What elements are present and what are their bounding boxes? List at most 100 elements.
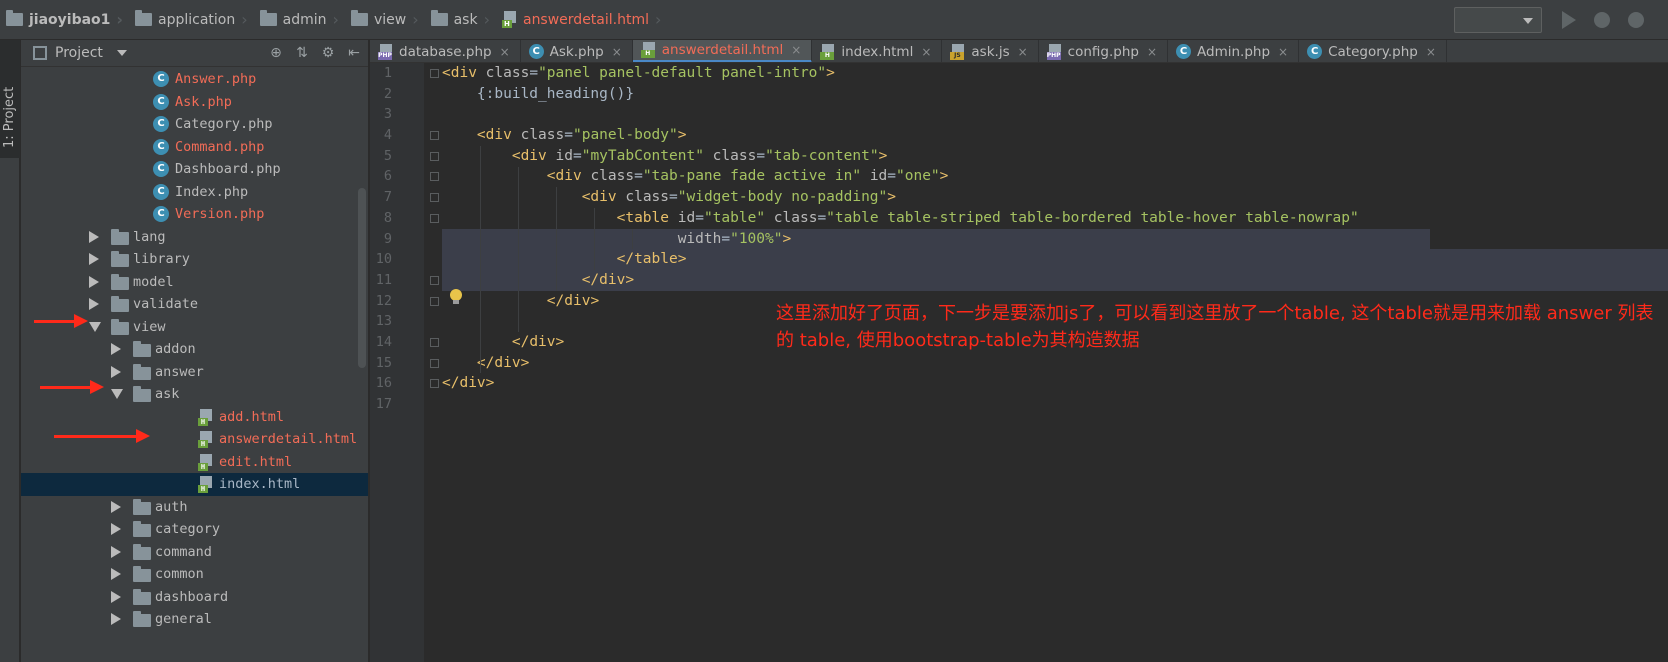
tree-item[interactable]: command	[21, 541, 368, 564]
tree-item[interactable]: general	[21, 608, 368, 631]
chevron-down-icon[interactable]	[111, 389, 123, 399]
tree-item[interactable]: C Category.php	[21, 113, 368, 136]
html-file-icon: H	[198, 476, 213, 493]
editor-tab[interactable]: PHP database.php ×	[370, 40, 521, 62]
tree-item[interactable]: C Index.php	[21, 181, 368, 204]
fold-marker-icon[interactable]	[430, 379, 439, 389]
breadcrumb-item[interactable]: admin ›	[252, 0, 343, 40]
close-icon[interactable]: ×	[791, 43, 801, 57]
breadcrumb-item[interactable]: ask ›	[423, 0, 494, 40]
php-file-icon: PHP	[1046, 43, 1062, 60]
intention-bulb-icon[interactable]	[450, 289, 462, 304]
breadcrumb-item[interactable]: application ›	[127, 0, 252, 40]
close-icon[interactable]: ×	[1147, 45, 1157, 59]
tree-item[interactable]: library	[21, 248, 368, 271]
tree-item[interactable]: common	[21, 563, 368, 586]
folder-icon	[133, 386, 151, 402]
locate-file-icon[interactable]: ⊕	[268, 45, 284, 61]
fold-marker-icon[interactable]	[430, 296, 439, 306]
code-line: 9 width="100%">	[370, 228, 1668, 250]
close-icon[interactable]: ×	[500, 45, 510, 59]
debug-icon[interactable]	[1594, 12, 1610, 28]
fold-marker-icon[interactable]	[430, 69, 439, 78]
tree-item[interactable]: validate	[21, 293, 368, 316]
gear-icon[interactable]: ⚙	[320, 45, 336, 61]
folder-icon	[135, 10, 153, 26]
fold-marker-icon[interactable]	[430, 213, 439, 223]
tree-item[interactable]: answer	[21, 361, 368, 384]
project-panel-title[interactable]: Project	[55, 45, 103, 61]
fold-marker-icon[interactable]	[430, 358, 439, 368]
tree-item[interactable]: C Version.php	[21, 203, 368, 226]
breadcrumb-item[interactable]: jiaoyibao1 ›	[0, 0, 127, 40]
run-icon[interactable]	[1562, 11, 1576, 29]
coverage-icon[interactable]	[1628, 12, 1644, 28]
chevron-down-icon[interactable]	[89, 321, 101, 332]
tree-item[interactable]: category	[21, 518, 368, 541]
chevron-right-icon: ›	[332, 10, 339, 29]
chevron-right-icon[interactable]	[89, 230, 99, 243]
editor-tab[interactable]: Hindex.html ×	[812, 40, 943, 62]
tree-item[interactable]: model	[21, 271, 368, 294]
php-file-icon: PHP	[378, 43, 393, 60]
chevron-right-icon[interactable]	[89, 275, 99, 288]
project-scrollbar[interactable]	[358, 188, 366, 368]
close-icon[interactable]: ×	[612, 45, 622, 59]
run-configuration-select[interactable]	[1454, 7, 1542, 33]
editor-tab[interactable]: JS ask.js ×	[942, 40, 1039, 62]
tree-item[interactable]: lang	[21, 226, 368, 249]
close-icon[interactable]: ×	[921, 45, 931, 59]
tree-item-label: addon	[155, 341, 196, 358]
tree-item[interactable]: addon	[21, 338, 368, 361]
fold-marker-icon[interactable]	[430, 131, 439, 141]
fold-marker-icon[interactable]	[430, 275, 439, 285]
tree-item[interactable]: Hadd.html	[21, 406, 368, 429]
fold-marker-icon[interactable]	[430, 151, 439, 161]
close-icon[interactable]: ×	[1278, 45, 1288, 59]
breadcrumb-item[interactable]: view ›	[343, 0, 423, 40]
chevron-right-icon[interactable]	[89, 298, 99, 310]
line-number: 9	[383, 230, 392, 247]
annotation-arrow-ask	[40, 380, 104, 394]
chevron-right-icon[interactable]	[111, 568, 121, 580]
tree-item[interactable]: dashboard	[21, 586, 368, 609]
tree-item[interactable]: C Dashboard.php	[21, 158, 368, 181]
html-file-icon: H	[198, 431, 213, 448]
project-tool-tab[interactable]: 1: Project	[0, 40, 20, 158]
code-line: 6 <div class="tab-pane fade active in" i…	[370, 166, 1668, 187]
tree-item[interactable]: Hindex.html	[21, 473, 368, 496]
hide-panel-icon[interactable]: ⇤	[346, 45, 362, 61]
annotation-note: 这里添加好了页面，下一步是要添加js了，可以看到这里放了一个table, 这个t…	[776, 303, 1654, 351]
editor-tab[interactable]: PHP config.php ×	[1039, 40, 1169, 62]
editor-tab[interactable]: C Admin.php ×	[1168, 40, 1300, 62]
tree-item[interactable]: Hedit.html	[21, 451, 368, 474]
tree-item[interactable]: Hanswerdetail.html	[21, 428, 368, 451]
collapse-all-icon[interactable]: ⇅	[294, 45, 310, 61]
tree-item[interactable]: auth	[21, 496, 368, 519]
editor-tab[interactable]: C Category.php ×	[1299, 40, 1447, 62]
annotation-arrow-view	[34, 314, 88, 328]
folder-icon	[111, 228, 129, 245]
chevron-right-icon[interactable]	[111, 523, 121, 535]
editor-tab[interactable]: C Ask.php ×	[521, 40, 633, 62]
line-number: 6	[383, 168, 392, 185]
fold-marker-icon[interactable]	[430, 172, 439, 182]
chevron-right-icon[interactable]	[111, 613, 121, 625]
tree-item[interactable]: C Ask.php	[21, 91, 368, 114]
breadcrumb-item[interactable]: Hanswerdetail.html ›	[494, 0, 665, 40]
chevron-right-icon[interactable]	[111, 545, 121, 558]
chevron-right-icon[interactable]	[111, 500, 121, 513]
tree-item[interactable]: C Command.php	[21, 136, 368, 159]
editor-tab[interactable]: Hanswerdetail.html ×	[632, 40, 813, 62]
fold-marker-icon[interactable]	[430, 193, 439, 203]
fold-marker-icon[interactable]	[430, 337, 439, 347]
close-icon[interactable]: ×	[1018, 45, 1028, 59]
chevron-right-icon[interactable]	[89, 253, 99, 265]
tree-item[interactable]: C Answer.php	[21, 68, 368, 91]
chevron-right-icon[interactable]	[111, 590, 121, 603]
chevron-down-icon[interactable]	[116, 50, 127, 56]
chevron-right-icon[interactable]	[111, 365, 121, 378]
breadcrumb-label: view	[373, 11, 407, 28]
chevron-right-icon[interactable]	[111, 343, 121, 355]
close-icon[interactable]: ×	[1426, 45, 1436, 59]
